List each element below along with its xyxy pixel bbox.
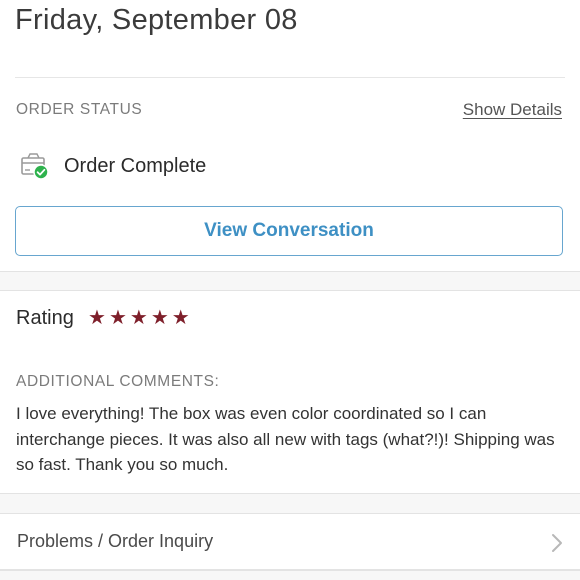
section-separator: [0, 271, 580, 291]
star-icon: ★: [108, 307, 127, 329]
view-conversation-button[interactable]: View Conversation: [15, 206, 563, 256]
star-icon: ★: [150, 307, 169, 329]
additional-comments-label: ADDITIONAL COMMENTS:: [16, 373, 220, 390]
divider: [15, 77, 565, 78]
star-icon: ★: [88, 307, 106, 329]
chevron-right-icon: [552, 534, 562, 552]
section-separator: [0, 493, 580, 514]
order-date-header: Friday, September 08: [15, 4, 298, 36]
problems-order-inquiry-row[interactable]: Problems / Order Inquiry: [0, 513, 580, 570]
bottom-band: [0, 570, 580, 580]
star-icon: ★: [129, 307, 148, 329]
rating-label: Rating: [16, 307, 74, 329]
order-status-label: ORDER STATUS: [16, 101, 143, 118]
show-details-link[interactable]: Show Details: [463, 100, 562, 120]
star-icon: ★: [171, 307, 190, 329]
additional-comments-text: I love everything! The box was even colo…: [16, 404, 555, 474]
package-check-icon: [21, 153, 49, 180]
inquiry-label: Problems / Order Inquiry: [17, 531, 214, 551]
order-detail-screen: Friday, September 08 ORDER STATUS Show D…: [0, 0, 580, 580]
order-status-value: Order Complete: [64, 155, 207, 177]
rating-stars: ★ ★ ★ ★ ★: [88, 306, 190, 330]
